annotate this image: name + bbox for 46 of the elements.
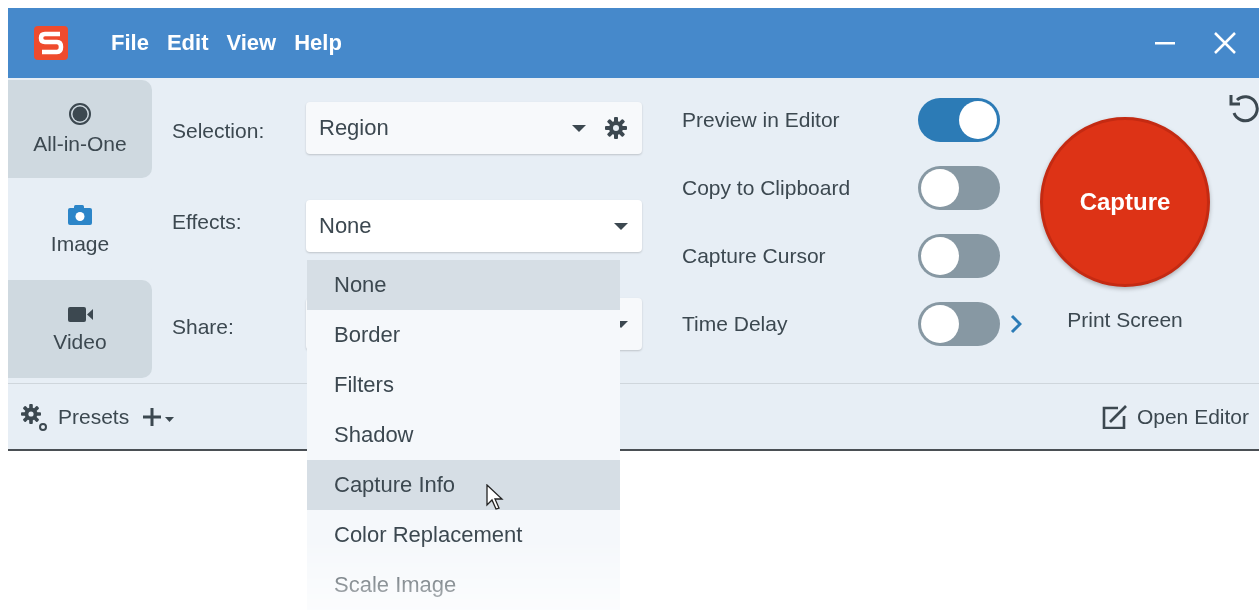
toggle-switch[interactable] xyxy=(918,234,1000,278)
setting-label: Effects: xyxy=(172,209,243,234)
mouse-pointer-icon xyxy=(486,484,504,511)
settings-icon xyxy=(604,116,628,140)
option-label: Time Delay xyxy=(682,312,789,336)
option-label: Preview in Editor xyxy=(682,108,841,132)
record-icon xyxy=(68,102,92,126)
toggle-switch[interactable] xyxy=(918,302,1000,346)
chevron-right-icon xyxy=(1010,314,1022,334)
gear-icon xyxy=(20,402,48,431)
app-logo-icon xyxy=(34,26,68,60)
menu-option[interactable]: Color Replacement xyxy=(307,510,620,560)
video-camera-icon xyxy=(67,304,93,324)
reset-icon xyxy=(1229,92,1259,124)
menu-item[interactable]: Edit xyxy=(157,26,218,60)
dropdown-field[interactable]: Region xyxy=(306,102,642,154)
mode-tab[interactable]: All-in-One xyxy=(8,80,152,178)
menu-option[interactable]: Capture Info xyxy=(307,460,620,510)
setting-label: Selection: xyxy=(172,118,266,143)
reset-button[interactable] xyxy=(1229,92,1259,124)
dropdown-field[interactable]: None xyxy=(306,200,642,252)
menu-item[interactable]: Help xyxy=(285,26,351,60)
close-icon xyxy=(1214,32,1236,54)
caret-icon xyxy=(614,222,628,230)
caret-icon xyxy=(572,124,586,132)
plus-caret-icon xyxy=(143,406,176,427)
camera-icon xyxy=(67,202,93,226)
menu-item[interactable]: View xyxy=(217,26,286,60)
menu-option[interactable]: Border xyxy=(307,310,620,360)
toggle-switch[interactable] xyxy=(918,98,1000,142)
add-preset-button[interactable] xyxy=(143,406,176,427)
mode-tab[interactable]: Video xyxy=(8,280,152,378)
capture-button[interactable]: Capture xyxy=(1040,117,1210,287)
shortcut-label: Print Screen xyxy=(1067,308,1183,332)
toggle-switch[interactable] xyxy=(918,166,1000,210)
setting-label: Share: xyxy=(172,314,235,339)
presets-button[interactable]: Presets xyxy=(20,402,130,431)
menu-item[interactable]: File xyxy=(102,26,158,60)
open-editor-button[interactable]: Open Editor xyxy=(1100,404,1249,429)
menu-option[interactable]: None xyxy=(307,260,620,310)
edit-icon xyxy=(1100,404,1127,429)
option-label: Capture Cursor xyxy=(682,244,827,268)
menu-option[interactable]: Shadow xyxy=(307,410,620,460)
option-label: Copy to Clipboard xyxy=(682,176,852,200)
menu-option[interactable]: Filters xyxy=(307,360,620,410)
minimize-icon xyxy=(1155,41,1175,45)
